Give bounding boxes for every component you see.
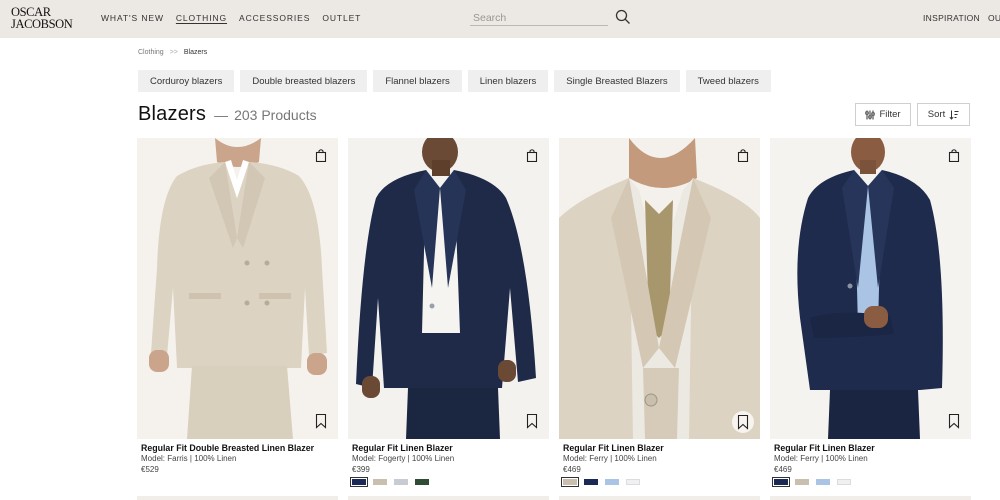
navy-linen-blazer-white-shirt-image — [348, 138, 549, 439]
color-swatch[interactable] — [415, 479, 429, 485]
chip-single-breasted-blazers[interactable]: Single Breasted Blazers — [554, 70, 680, 92]
color-swatch[interactable] — [816, 479, 830, 485]
next-row-image — [770, 496, 971, 500]
chip-flannel-blazers[interactable]: Flannel blazers — [373, 70, 462, 92]
product-model: Model: Farris | 100% Linen — [141, 454, 237, 463]
chip-double-breasted-blazers[interactable]: Double breasted blazers — [240, 70, 368, 92]
next-row-image — [137, 496, 338, 500]
chip-linen-blazers[interactable]: Linen blazers — [467, 70, 549, 92]
chip-corduroy-blazers[interactable]: Corduroy blazers — [138, 70, 235, 92]
color-swatch[interactable] — [350, 477, 368, 487]
main-nav: WHAT'S NEW CLOTHING ACCESSORIES OUTLET — [101, 13, 373, 23]
add-to-bag-icon[interactable] — [947, 148, 961, 163]
add-to-bag-icon[interactable] — [525, 148, 539, 163]
page-title: Blazers — [138, 103, 207, 125]
sort-icon — [949, 110, 959, 120]
product-price: €529 — [141, 465, 159, 474]
add-to-bag-icon[interactable] — [314, 148, 328, 163]
product-name[interactable]: Regular Fit Linen Blazer — [563, 443, 664, 453]
color-swatch[interactable] — [373, 479, 387, 485]
next-row-image — [559, 496, 760, 500]
search-input[interactable] — [470, 10, 600, 26]
breadcrumb-clothing[interactable]: Clothing — [138, 49, 164, 56]
product-name[interactable]: Regular Fit Linen Blazer — [352, 443, 453, 453]
bookmark-icon[interactable] — [947, 413, 961, 429]
beige-linen-blazer-tie-closeup-image — [559, 138, 760, 439]
breadcrumb-separator: >> — [169, 49, 178, 56]
nav-clothing[interactable]: CLOTHING — [176, 13, 227, 23]
breadcrumb: Clothing >> Blazers — [138, 49, 207, 56]
breadcrumb-blazers: Blazers — [183, 49, 208, 56]
color-swatch[interactable] — [772, 477, 790, 487]
color-swatch[interactable] — [795, 479, 809, 485]
color-swatches — [350, 477, 436, 487]
product-model: Model: Ferry | 100% Linen — [774, 454, 868, 463]
nav-outlet[interactable]: OUTLET — [322, 13, 361, 23]
subcategory-chips: Corduroy blazers Double breasted blazers… — [138, 70, 777, 92]
nav-whats-new[interactable]: WHAT'S NEW — [101, 13, 164, 23]
product-price: €399 — [352, 465, 370, 474]
navy-linen-blazer-blue-shirt-image — [770, 138, 971, 439]
product-image[interactable] — [770, 138, 971, 439]
beige-double-breasted-blazer-image — [137, 138, 338, 439]
color-swatch[interactable] — [561, 477, 579, 487]
product-price: €469 — [774, 465, 792, 474]
color-swatch[interactable] — [394, 479, 408, 485]
product-image[interactable] — [137, 138, 338, 439]
site-header: OSCAR JACOBSON WHAT'S NEW CLOTHING ACCES… — [0, 0, 1000, 38]
product-image[interactable] — [559, 138, 760, 439]
filter-icon — [865, 110, 876, 119]
color-swatch[interactable] — [837, 479, 851, 485]
nav-accessories[interactable]: ACCESSORIES — [239, 13, 310, 23]
sort-button[interactable]: Sort — [917, 103, 970, 126]
logo-line-2: JACOBSON — [11, 16, 73, 31]
filter-label: Filter — [879, 109, 901, 120]
search-bar — [470, 8, 608, 26]
brand-logo[interactable]: OSCAR JACOBSON — [11, 6, 91, 31]
add-to-bag-icon[interactable] — [736, 148, 750, 163]
link-inspiration[interactable]: INSPIRATION — [923, 13, 980, 23]
title-dash: — — [214, 107, 229, 123]
product-image[interactable] — [348, 138, 549, 439]
color-swatch[interactable] — [605, 479, 619, 485]
product-model: Model: Ferry | 100% Linen — [563, 454, 657, 463]
link-our-stores[interactable]: OUR S — [988, 13, 1000, 23]
product-price: €469 — [563, 465, 581, 474]
color-swatch[interactable] — [626, 479, 640, 485]
product-model: Model: Fogerty | 100% Linen — [352, 454, 455, 463]
sort-label: Sort — [927, 109, 946, 120]
header-right-links: INSPIRATION OUR S — [923, 13, 1000, 23]
color-swatches — [772, 477, 858, 487]
product-name[interactable]: Regular Fit Linen Blazer — [774, 443, 875, 453]
next-row-image — [348, 496, 549, 500]
product-name[interactable]: Regular Fit Double Breasted Linen Blazer — [141, 443, 314, 453]
search-icon[interactable] — [615, 9, 631, 25]
bookmark-icon[interactable] — [525, 413, 539, 429]
bookmark-icon[interactable] — [314, 413, 328, 429]
bookmark-icon[interactable] — [732, 411, 754, 433]
chip-tweed-blazers[interactable]: Tweed blazers — [685, 70, 771, 92]
product-count: 203 Products — [234, 107, 317, 123]
color-swatches — [561, 477, 647, 487]
listing-header: Blazers — 203 Products — [138, 103, 317, 126]
color-swatch[interactable] — [584, 479, 598, 485]
filter-button[interactable]: Filter — [855, 103, 911, 126]
